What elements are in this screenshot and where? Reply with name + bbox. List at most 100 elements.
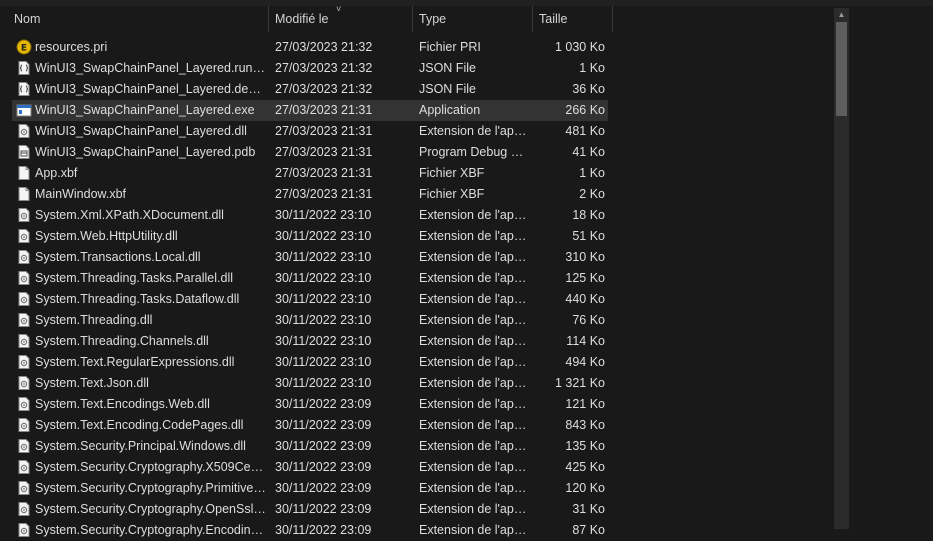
file-type: Extension de l'app... (419, 481, 527, 495)
dll-file-icon (16, 228, 32, 244)
file-row[interactable]: Eresources.pri 27/03/2023 21:32 Fichier PR… (12, 37, 608, 58)
file-type: Extension de l'app... (419, 439, 527, 453)
file-name: System.Security.Principal.Windows.dll (35, 439, 246, 453)
file-modified-date: 27/03/2023 21:32 (275, 40, 373, 54)
file-name: WinUI3_SwapChainPanel_Layered.deps.js... (35, 82, 267, 96)
file-modified-date: 30/11/2022 23:09 (275, 397, 372, 411)
json-file-icon (16, 60, 32, 76)
file-row[interactable]: System.Web.HttpUtility.dll 30/11/2022 23:… (12, 226, 608, 247)
file-modified-date: 27/03/2023 21:31 (275, 124, 373, 138)
file-size: 1 321 Ko (554, 376, 605, 390)
file-row[interactable]: System.Security.Cryptography.X509Certif.… (12, 457, 608, 478)
application-icon (16, 102, 32, 118)
column-divider[interactable] (612, 6, 613, 32)
file-type: Extension de l'app... (419, 229, 527, 243)
file-modified-date: 30/11/2022 23:10 (275, 229, 372, 243)
file-name: System.Text.RegularExpressions.dll (35, 355, 235, 369)
file-type: Extension de l'app... (419, 418, 527, 432)
file-type: Extension de l'app... (419, 271, 527, 285)
file-row[interactable]: System.Threading.Channels.dll 30/11/2022 … (12, 331, 608, 352)
file-size: 120 Ko (565, 481, 605, 495)
file-name: System.Security.Cryptography.Primitives.… (35, 481, 267, 495)
scroll-up-arrow-icon[interactable]: ▲ (834, 8, 849, 22)
pdb-file-icon (16, 144, 32, 160)
file-modified-date: 30/11/2022 23:09 (275, 502, 372, 516)
file-row[interactable]: System.Security.Cryptography.Encoding...… (12, 520, 608, 541)
file-type: Extension de l'app... (419, 397, 527, 411)
file-modified-date: 30/11/2022 23:09 (275, 460, 372, 474)
file-modified-date: 30/11/2022 23:10 (275, 313, 372, 327)
file-size: 114 Ko (566, 334, 605, 348)
column-header: Nom Modifié le ˅ Type Taille (0, 4, 613, 32)
file-row[interactable]: System.Threading.Tasks.Parallel.dll 30/11… (12, 268, 608, 289)
vertical-scrollbar[interactable]: ▲ (834, 8, 849, 529)
file-name: System.Threading.Tasks.Dataflow.dll (35, 292, 240, 306)
column-header-type[interactable]: Type (413, 6, 532, 32)
column-header-size-label: Taille (539, 12, 568, 26)
file-size: 425 Ko (565, 460, 605, 474)
file-type: Fichier XBF (419, 166, 485, 180)
file-modified-date: 27/03/2023 21:31 (275, 145, 373, 159)
file-name: System.Text.Encodings.Web.dll (35, 397, 210, 411)
file-row[interactable]: System.Security.Cryptography.Primitives.… (12, 478, 608, 499)
dll-file-icon (16, 333, 32, 349)
file-row[interactable]: MainWindow.xbf 27/03/2023 21:31 Fichier XB… (12, 184, 608, 205)
file-row[interactable]: App.xbf 27/03/2023 21:31 Fichier XBF 1 Ko (12, 163, 608, 184)
svg-text:E: E (21, 44, 27, 54)
file-modified-date: 30/11/2022 23:09 (275, 439, 372, 453)
file-name: System.Threading.Channels.dll (35, 334, 209, 348)
file-name: System.Transactions.Local.dll (35, 250, 201, 264)
file-row[interactable]: WinUI3_SwapChainPanel_Layered.deps.js...… (12, 79, 608, 100)
file-row[interactable]: System.Text.Encodings.Web.dll 30/11/2022 … (12, 394, 608, 415)
file-size: 135 Ko (565, 439, 605, 453)
file-row[interactable]: WinUI3_SwapChainPanel_Layered.runtim... 2… (12, 58, 608, 79)
dll-file-icon (16, 396, 32, 412)
file-row[interactable]: System.Threading.Tasks.Dataflow.dll 30/11… (12, 289, 608, 310)
file-row[interactable]: System.Text.Json.dll 30/11/2022 23:10 Exte… (12, 373, 608, 394)
scroll-thumb[interactable] (836, 22, 847, 116)
file-row[interactable]: System.Security.Principal.Windows.dll 30/… (12, 436, 608, 457)
file-type: Extension de l'app... (419, 124, 527, 138)
file-size: 2 Ko (579, 187, 605, 201)
file-size: 51 Ko (572, 229, 605, 243)
file-row[interactable]: System.Xml.XPath.XDocument.dll 30/11/2022… (12, 205, 608, 226)
file-row[interactable]: System.Text.RegularExpressions.dll 30/11/… (12, 352, 608, 373)
file-type: JSON File (419, 61, 476, 75)
file-size: 36 Ko (572, 82, 605, 96)
json-file-icon (16, 81, 32, 97)
file-name: System.Threading.dll (35, 313, 153, 327)
dll-file-icon (16, 270, 32, 286)
column-header-size[interactable]: Taille (533, 6, 612, 32)
dll-file-icon (16, 501, 32, 517)
file-name: resources.pri (35, 40, 108, 54)
blank-file-icon (16, 165, 32, 181)
dll-file-icon (16, 249, 32, 265)
file-type: Fichier XBF (419, 187, 485, 201)
file-modified-date: 30/11/2022 23:09 (275, 523, 372, 537)
file-row[interactable]: WinUI3_SwapChainPanel_Layered.pdb 27/03/2… (12, 142, 608, 163)
file-row[interactable]: WinUI3_SwapChainPanel_Layered.dll 27/03/2… (12, 121, 608, 142)
file-size: 76 Ko (572, 313, 605, 327)
file-row[interactable]: System.Text.Encoding.CodePages.dll 30/11/… (12, 415, 608, 436)
file-modified-date: 30/11/2022 23:10 (275, 271, 372, 285)
file-size: 31 Ko (572, 502, 605, 516)
dll-file-icon (16, 459, 32, 475)
column-header-name[interactable]: Nom (8, 6, 268, 32)
dll-file-icon (16, 438, 32, 454)
file-name: System.Security.Cryptography.OpenSsl.dll (35, 502, 267, 516)
file-row[interactable]: System.Threading.dll 30/11/2022 23:10 Exte… (12, 310, 608, 331)
file-modified-date: 27/03/2023 21:31 (275, 103, 373, 117)
file-modified-date: 27/03/2023 21:31 (275, 166, 373, 180)
dll-file-icon (16, 123, 32, 139)
file-modified-date: 30/11/2022 23:10 (275, 292, 372, 306)
file-row[interactable]: System.Transactions.Local.dll 30/11/2022 … (12, 247, 608, 268)
file-type: Extension de l'app... (419, 523, 527, 537)
file-size: 87 Ko (572, 523, 605, 537)
file-size: 440 Ko (565, 292, 605, 306)
file-size: 494 Ko (565, 355, 605, 369)
file-type: Extension de l'app... (419, 292, 527, 306)
file-row[interactable]: System.Security.Cryptography.OpenSsl.dll… (12, 499, 608, 520)
file-row[interactable]: WinUI3_SwapChainPanel_Layered.exe 27/03/2… (12, 100, 608, 121)
file-size: 41 Ko (572, 145, 605, 159)
file-size: 1 Ko (579, 166, 605, 180)
